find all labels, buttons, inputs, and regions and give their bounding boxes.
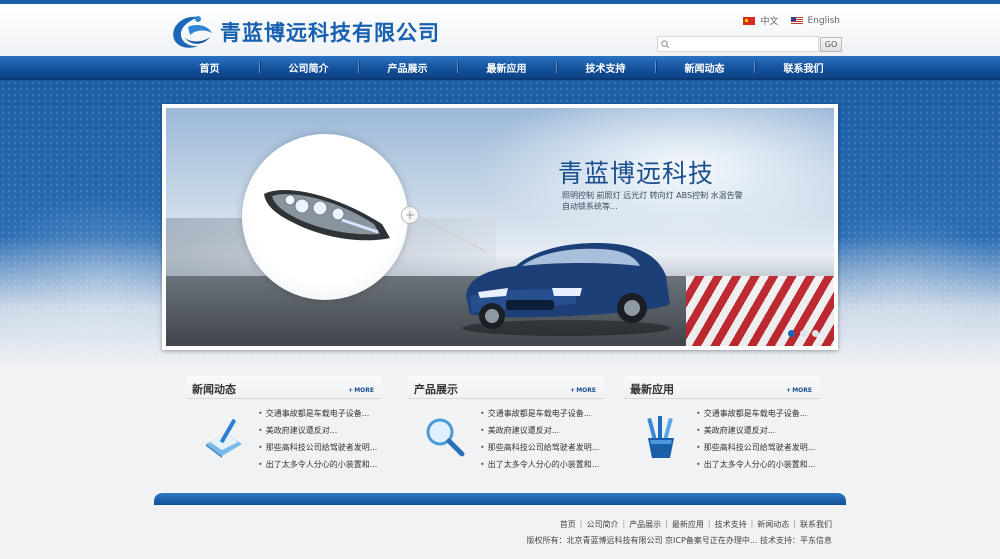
list-item[interactable]: 美政府建议遭反对...: [480, 422, 599, 439]
nav-item-home[interactable]: 首页: [160, 56, 259, 78]
panel-applications-header: 最新应用 MORE: [624, 376, 820, 399]
pencil-cup-icon: [647, 416, 674, 458]
language-switcher: 中文 English: [731, 14, 840, 27]
list-item[interactable]: 美政府建议遭反对...: [258, 422, 377, 439]
panel-products: 产品展示 MORE 交通事故都是车载电子设备... 美政府建议遭反对... 那些…: [408, 376, 608, 476]
banner-desc-line2: 自动锁系统等...: [562, 202, 618, 211]
footer-link-support[interactable]: 技术支持: [715, 519, 747, 530]
list-item[interactable]: 美政府建议遭反对...: [696, 422, 815, 439]
footer-link-applications[interactable]: 最新应用: [672, 519, 704, 530]
logo[interactable]: 青蓝博远科技有限公司: [168, 12, 440, 52]
panel-products-more-link[interactable]: MORE: [570, 387, 596, 394]
panel-applications-more-link[interactable]: MORE: [786, 387, 812, 394]
footer-link-about[interactable]: 公司简介: [586, 519, 618, 530]
site-header: 青蓝博远科技有限公司 中文 English GO: [0, 4, 1000, 56]
slide-dot-3[interactable]: [812, 330, 819, 337]
panel-news-title: 新闻动态: [192, 383, 236, 396]
search-go-button[interactable]: GO: [820, 37, 842, 52]
lang-english-label: English: [807, 15, 841, 26]
panel-products-list: 交通事故都是车载电子设备... 美政府建议遭反对... 那些高科技公司给驾驶者发…: [480, 405, 600, 473]
banner-description: 照明控制 前照灯 远光灯 转向灯 ABS控制 水温告警 自动锁系统等...: [562, 190, 792, 212]
slide-dot-2[interactable]: [800, 330, 807, 337]
panel-products-title: 产品展示: [414, 383, 458, 396]
list-item[interactable]: 出了太多令人分心的小装置和...: [258, 456, 378, 473]
lang-chinese[interactable]: 中文: [743, 14, 779, 27]
list-item[interactable]: 那些高科技公司给驾驶者发明...: [480, 439, 600, 456]
main-nav: 首页 公司简介 产品展示 最新应用 技术支持 新闻动态 联系我们: [0, 56, 1000, 80]
lang-chinese-label: 中文: [760, 17, 779, 27]
china-flag-icon: [743, 16, 756, 25]
list-item[interactable]: 出了太多令人分心的小装置和...: [480, 456, 600, 473]
logo-mark-icon: [173, 16, 212, 48]
banner-desc-line1: 照明控制 前照灯 远光灯 转向灯 ABS控制 水温告警: [562, 191, 743, 200]
panel-applications-title: 最新应用: [630, 383, 674, 396]
nav-item-applications[interactable]: 最新应用: [457, 56, 556, 78]
slide-indicators: [788, 330, 819, 337]
nav-item-products[interactable]: 产品展示: [358, 56, 457, 78]
zoom-plus-icon: +: [401, 206, 419, 224]
banner-title: 青蓝博远科技: [558, 159, 715, 188]
nav-item-support[interactable]: 技术支持: [556, 56, 655, 78]
magnifier-icon: [426, 418, 465, 457]
site-footer: 首页 | 公司简介 | 产品展示 | 最新应用 | 技术支持 | 新闻动态 | 联系我们 版…: [0, 505, 1000, 559]
footer-link-contact[interactable]: 联系我们: [800, 519, 832, 530]
nav-item-contact[interactable]: 联系我们: [754, 56, 853, 78]
copyright-text: 版权所有：北京青蓝博远科技有限公司 京ICP备案号正在办理中... 技术支持：平…: [526, 536, 832, 545]
banner-slide[interactable]: + 青蓝博远科技 照明控制 前照灯 远光灯 转向灯 ABS控制 水温告警 自动锁…: [166, 108, 834, 346]
footer-links: 首页 | 公司简介 | 产品展示 | 最新应用 | 技术支持 | 新闻动态 | 联系我们: [559, 519, 832, 530]
search-icon: [658, 37, 672, 51]
nav-item-about[interactable]: 公司简介: [259, 56, 358, 78]
us-flag-icon: [790, 16, 803, 25]
panel-products-header: 产品展示 MORE: [408, 376, 604, 399]
list-item[interactable]: 那些高科技公司给驾驶者发明...: [696, 439, 816, 456]
panel-news-more-link[interactable]: MORE: [348, 387, 374, 394]
panel-news-list: 交通事故都是车载电子设备... 美政府建议遭反对... 那些高科技公司给驾驶者发…: [258, 405, 378, 473]
company-name: 青蓝博远科技有限公司: [220, 21, 440, 45]
nav-item-news[interactable]: 新闻动态: [655, 56, 754, 78]
banner-frame: + 青蓝博远科技 照明控制 前照灯 远光灯 转向灯 ABS控制 水温告警 自动锁…: [162, 104, 838, 350]
slide-dot-1[interactable]: [788, 330, 795, 337]
footer-link-news[interactable]: 新闻动态: [757, 519, 789, 530]
panel-news: 新闻动态 MORE 交通事故都是车载电子设备... 美政府建议遭反对... 那些…: [186, 376, 386, 476]
footer-link-products[interactable]: 产品展示: [629, 519, 661, 530]
headlight-icon: [264, 189, 390, 241]
footer-link-home[interactable]: 首页: [560, 519, 576, 530]
search-box: [657, 36, 819, 52]
footer-blue-strip: [154, 493, 846, 505]
lang-english[interactable]: English: [790, 15, 841, 26]
list-item[interactable]: 那些高科技公司给驾驶者发明...: [258, 439, 378, 456]
panel-applications: 最新应用 MORE 交通事故都是车载电子设备... 美政府建议遭反对... 那些…: [624, 376, 824, 476]
headlight-bubble: [242, 134, 408, 300]
list-item[interactable]: 交通事故都是车载电子设备...: [258, 405, 377, 422]
list-item[interactable]: 交通事故都是车载电子设备...: [480, 405, 599, 422]
panel-applications-list: 交通事故都是车载电子设备... 美政府建议遭反对... 那些高科技公司给驾驶者发…: [696, 405, 816, 473]
car-icon: [462, 242, 670, 336]
panel-news-header: 新闻动态 MORE: [186, 376, 382, 399]
search-input[interactable]: [672, 38, 812, 50]
list-item[interactable]: 交通事故都是车载电子设备...: [696, 405, 815, 422]
notepad-pen-icon: [206, 419, 242, 458]
list-item[interactable]: 出了太多令人分心的小装置和...: [696, 456, 816, 473]
